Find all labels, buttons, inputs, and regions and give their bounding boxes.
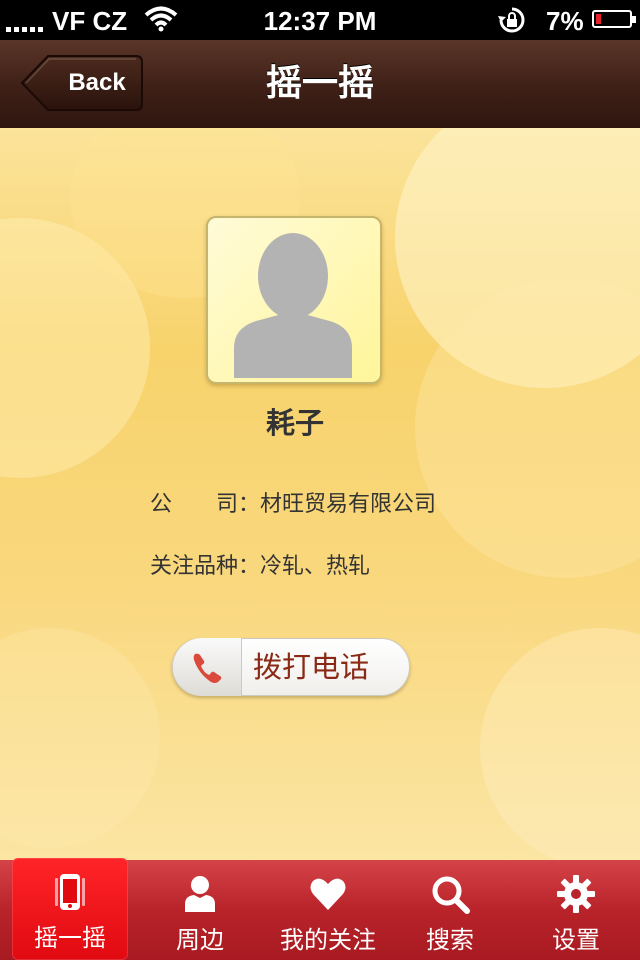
interest-label: 关注品种： <box>150 554 261 579</box>
gear-icon <box>556 874 596 914</box>
background-bokeh <box>0 628 160 848</box>
tab-label: 摇一摇 <box>34 924 106 952</box>
call-button-label: 拨打电话 <box>253 650 370 684</box>
person-name: 耗子 <box>265 406 324 440</box>
carrier-name: VF CZ <box>52 6 128 36</box>
back-button[interactable]: Back <box>20 54 144 112</box>
company-label: 公 司： <box>150 492 261 517</box>
phone-shake-icon <box>50 872 90 912</box>
heart-icon <box>308 874 348 914</box>
background-bokeh <box>480 628 640 860</box>
tab-nearby[interactable]: 周边 <box>136 860 264 960</box>
signal-strength-icon <box>6 7 50 40</box>
phone-icon <box>193 653 222 683</box>
tab-following[interactable]: 我的关注 <box>264 860 392 960</box>
call-button[interactable]: 拨打电话 <box>172 638 410 696</box>
rotation-lock-icon <box>497 6 527 34</box>
tab-search[interactable]: 搜索 <box>386 860 514 960</box>
company-value: 材旺贸易有限公司 <box>260 492 437 517</box>
status-bar: VF CZ 12:37 PM 7% <box>0 0 640 40</box>
back-button-label: Back <box>68 69 126 96</box>
search-icon <box>430 874 470 914</box>
wifi-icon <box>144 6 178 32</box>
profile-content: 耗子 公 司：材旺贸易有限公司 关注品种：冷轧、热轧 拨打电话 <box>0 128 640 860</box>
avatar <box>206 216 382 384</box>
tab-label: 我的关注 <box>280 926 376 954</box>
interest-value: 冷轧、热轧 <box>260 554 371 579</box>
battery-percent: 7% <box>546 6 584 36</box>
tab-bar: 摇一摇 周边 我的关注 搜索 设置 <box>0 858 640 960</box>
person-icon <box>180 874 220 914</box>
interest-row: 关注品种：冷轧、热轧 <box>150 548 370 580</box>
tab-label: 搜索 <box>426 926 474 954</box>
person-placeholder-icon <box>234 233 352 378</box>
tab-settings[interactable]: 设置 <box>512 860 640 960</box>
navigation-bar: 摇一摇 Back <box>0 40 640 129</box>
tab-shake[interactable]: 摇一摇 <box>12 858 128 960</box>
battery-icon <box>592 10 636 28</box>
tab-label: 设置 <box>552 926 600 954</box>
company-row: 公 司：材旺贸易有限公司 <box>150 486 436 518</box>
tab-label: 周边 <box>176 926 224 954</box>
